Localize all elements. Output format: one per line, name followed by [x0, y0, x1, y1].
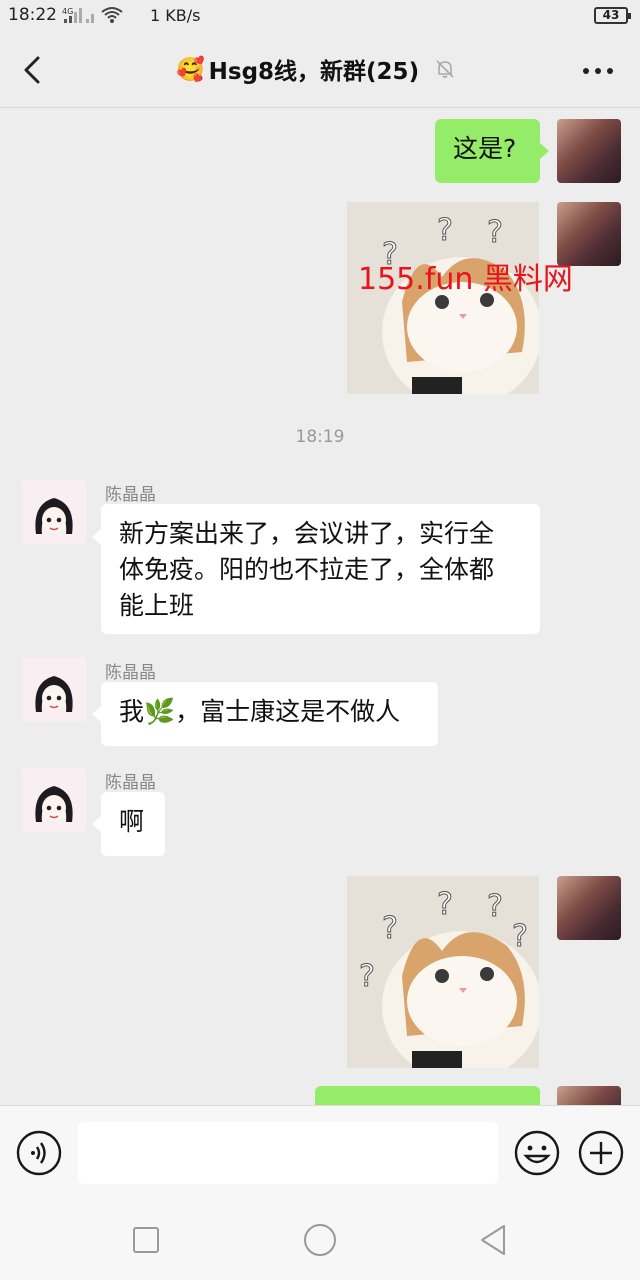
bell-off-icon	[436, 60, 454, 78]
sender-name: 陈晶晶	[105, 773, 156, 793]
chat-header: 🥰 Hsg8线，新群(25)	[0, 34, 640, 108]
recent-apps-button[interactable]	[126, 1220, 166, 1260]
more-icon	[583, 68, 613, 74]
bubble-tail	[92, 706, 101, 722]
plus-button[interactable]	[578, 1130, 624, 1176]
avatar[interactable]	[22, 480, 86, 544]
message-input[interactable]	[78, 1122, 498, 1184]
svg-text:?: ?	[487, 889, 503, 924]
svg-text:?: ?	[437, 213, 453, 248]
voice-icon	[16, 1130, 62, 1176]
bubble-tail	[540, 143, 549, 159]
message-bubble-self[interactable]: 这是?	[435, 119, 540, 183]
message-text: 这是?	[453, 134, 517, 163]
anime-girl-avatar-icon	[22, 480, 86, 544]
status-bar: 18:22 4G 1 KB/s 43	[0, 0, 640, 34]
sender-name: 陈晶晶	[105, 485, 156, 505]
circle-icon	[304, 1224, 336, 1256]
message-text-line: 体免疫。阳的也不拉走了，全体都	[119, 555, 495, 584]
cat-sticker[interactable]: ? ? ? ? ?	[347, 876, 539, 1068]
avatar[interactable]	[22, 658, 86, 722]
avatar[interactable]	[557, 1086, 621, 1105]
status-time: 18:22	[8, 5, 57, 25]
signal-icons: 4G	[62, 6, 124, 24]
navigation-bar	[0, 1200, 640, 1280]
anime-girl-avatar-icon	[22, 658, 86, 722]
svg-text:4G: 4G	[62, 7, 73, 16]
chat-messages[interactable]: 这是? ? ? ? 155.fun 黑料网 18:19 陈晶晶 新方案出来了，会…	[0, 109, 640, 1105]
voice-button[interactable]	[16, 1130, 62, 1176]
chevron-left-icon	[24, 56, 40, 84]
message-bubble-other[interactable]: 啊	[101, 792, 165, 856]
message-bubble-self[interactable]	[315, 1086, 540, 1105]
battery-icon: 43	[594, 7, 631, 24]
avatar[interactable]	[22, 768, 86, 832]
input-bar	[0, 1105, 640, 1200]
herb-icon: 🌿	[144, 697, 176, 726]
cat-sticker[interactable]: ? ? ?	[347, 202, 539, 394]
smiling-face-icon: 🥰	[176, 56, 205, 83]
square-icon	[133, 1227, 159, 1253]
avatar[interactable]	[557, 119, 621, 183]
signal-icon: 4G	[62, 7, 94, 23]
message-timestamp: 18:19	[295, 427, 345, 447]
svg-text:?: ?	[487, 215, 503, 250]
wifi-icon	[101, 7, 123, 23]
svg-text:?: ?	[512, 919, 528, 954]
cat-question-icon: ? ? ?	[347, 202, 539, 394]
watermark-text: 155.fun 黑料网	[358, 262, 573, 297]
sender-name: 陈晶晶	[105, 663, 156, 683]
anime-girl-avatar-icon	[22, 768, 86, 832]
triangle-back-icon	[481, 1225, 505, 1255]
message-bubble-other[interactable]: 我🌿，富士康这是不做人	[101, 682, 438, 746]
svg-text:?: ?	[437, 887, 453, 922]
message-text: 啊	[119, 807, 145, 836]
emoji-button[interactable]	[514, 1130, 560, 1176]
more-button[interactable]	[578, 56, 618, 86]
message-text: ，富士康这是不做人	[175, 697, 401, 726]
cat-question-icon: ? ? ? ? ?	[347, 876, 539, 1068]
page-title: 🥰 Hsg8线，新群(25)	[176, 52, 457, 86]
back-button[interactable]	[14, 50, 54, 90]
emoji-icon	[514, 1130, 560, 1176]
home-button[interactable]	[300, 1220, 340, 1260]
network-speed: 1 KB/s	[150, 6, 201, 25]
nav-back-button[interactable]	[474, 1220, 514, 1260]
message-text-line: 新方案出来了，会议讲了，实行全	[119, 519, 495, 548]
plus-icon	[578, 1130, 624, 1176]
message-bubble-other[interactable]: 新方案出来了，会议讲了，实行全 体免疫。阳的也不拉走了，全体都 能上班	[101, 504, 540, 634]
message-text-line: 能上班	[119, 591, 195, 620]
group-name: Hsg8线，新群(25)	[208, 59, 420, 85]
message-text: 我	[119, 697, 145, 726]
bubble-tail	[92, 816, 101, 832]
svg-text:?: ?	[359, 959, 375, 994]
avatar[interactable]	[557, 876, 621, 940]
svg-text:?: ?	[382, 911, 398, 946]
bubble-tail	[92, 529, 101, 545]
